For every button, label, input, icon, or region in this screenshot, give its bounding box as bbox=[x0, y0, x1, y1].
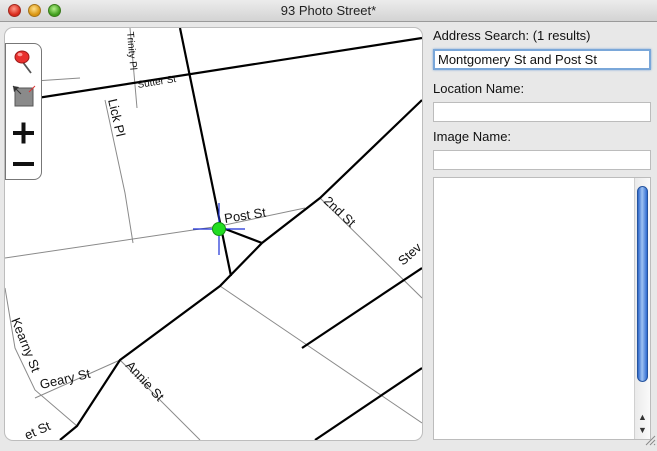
location-name-label: Location Name: bbox=[433, 81, 525, 96]
pushpin-icon[interactable] bbox=[10, 47, 38, 75]
address-search-label: Address Search: (1 results) bbox=[433, 28, 591, 43]
image-name-label: Image Name: bbox=[433, 129, 512, 144]
label-bottom-st: et St bbox=[22, 418, 53, 440]
map-toolbox bbox=[5, 43, 42, 180]
label-kearny-st: Kearny St bbox=[8, 316, 43, 375]
label-sutter-st: Sutter St bbox=[137, 74, 177, 91]
title-bar: 93 Photo Street* bbox=[0, 0, 657, 22]
label-annie-st: Annie St bbox=[123, 358, 168, 404]
image-name-input[interactable] bbox=[433, 150, 651, 170]
address-search-input[interactable] bbox=[433, 49, 651, 70]
scroll-thumb[interactable] bbox=[637, 186, 648, 382]
street-howard bbox=[314, 367, 422, 440]
select-box-icon[interactable] bbox=[10, 83, 38, 111]
street-montgomery bbox=[178, 28, 233, 277]
map-view[interactable]: Trinity Pl Sutter St Lick Pl Post St 2nd… bbox=[5, 28, 422, 440]
scroll-up-arrow-icon[interactable]: ▲ bbox=[637, 411, 648, 423]
street-post-west bbox=[5, 225, 221, 259]
resize-grip-icon[interactable] bbox=[644, 433, 656, 446]
label-stev: Stev bbox=[395, 239, 422, 268]
label-2nd-st: 2nd St bbox=[321, 193, 359, 230]
zoom-out-icon[interactable] bbox=[10, 149, 38, 177]
street-stevenson bbox=[219, 285, 422, 424]
label-geary-st: Geary St bbox=[38, 366, 92, 392]
street-map: Trinity Pl Sutter St Lick Pl Post St 2nd… bbox=[5, 28, 422, 440]
zoom-in-icon[interactable] bbox=[10, 119, 38, 147]
label-post-st: Post St bbox=[223, 205, 267, 226]
label-trinity-pl: Trinity Pl bbox=[124, 31, 138, 70]
street-mission bbox=[301, 267, 422, 349]
notes-scrollbar[interactable]: ▲ ▼ bbox=[634, 178, 650, 439]
window-title: 93 Photo Street* bbox=[280, 3, 377, 18]
street-sutter bbox=[5, 36, 422, 105]
notes-textarea[interactable]: ▲ ▼ bbox=[433, 177, 651, 440]
location-name-input[interactable] bbox=[433, 102, 651, 122]
marker-dot bbox=[212, 222, 226, 236]
street-kearny bbox=[5, 287, 78, 427]
street-market bbox=[59, 99, 422, 440]
